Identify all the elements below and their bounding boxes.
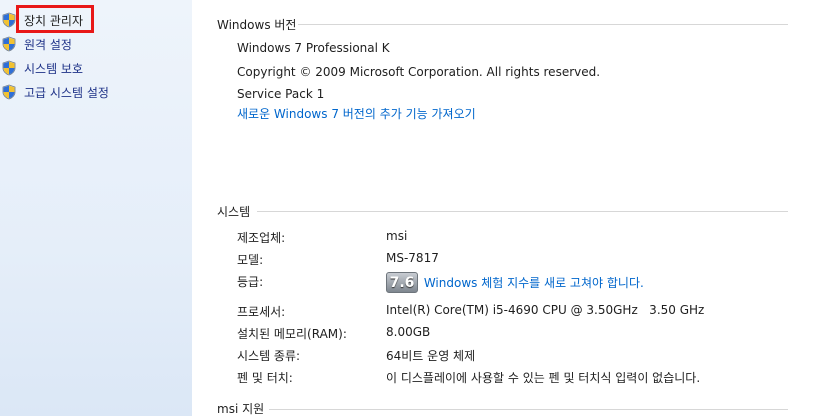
- service-pack-text: Service Pack 1: [237, 87, 325, 101]
- wei-refresh-link[interactable]: Windows 체험 지수를 새로 고쳐야 합니다.: [424, 276, 644, 290]
- rating-value: 7.6 Windows 체험 지수를 새로 고쳐야 합니다.: [386, 272, 644, 293]
- model-value: MS-7817: [386, 251, 439, 265]
- task-label-advanced-settings: 고급 시스템 설정: [24, 85, 109, 100]
- system-type-value: 64비트 운영 체제: [386, 349, 476, 363]
- system-header-label: 시스템: [217, 204, 251, 219]
- windows-edition-header: Windows 버전: [217, 16, 296, 32]
- task-remote-settings[interactable]: 원격 설정: [0, 34, 72, 54]
- uac-shield-icon: [1, 36, 17, 52]
- system-header: 시스템: [217, 203, 250, 219]
- ram-value: 8.00GB: [386, 325, 431, 339]
- task-label-system-protection: 시스템 보호: [24, 61, 84, 76]
- tasks-sidebar: 장치 관리자 원격 설정 시스템 보호 고급 시스템 설정: [0, 0, 192, 416]
- wei-score-badge[interactable]: 7.6: [386, 272, 418, 293]
- group-divider: [269, 409, 788, 410]
- uac-shield-icon: [1, 60, 17, 76]
- pen-touch-label: 펜 및 터치:: [237, 371, 293, 385]
- system-info-panel: Windows 버전 Windows 7 Professional K Copy…: [192, 0, 816, 416]
- group-divider: [257, 211, 788, 212]
- system-type-label: 시스템 종류:: [237, 349, 301, 363]
- group-divider: [298, 24, 788, 25]
- rating-label: 등급:: [237, 275, 264, 289]
- pen-touch-value: 이 디스플레이에 사용할 수 있는 펜 및 터치식 입력이 없습니다.: [386, 371, 701, 385]
- windows-edition-header-label: Windows 버전: [217, 17, 297, 32]
- task-label-device-manager: 장치 관리자: [24, 13, 84, 28]
- task-label-remote-settings: 원격 설정: [24, 37, 72, 52]
- manufacturer-value: msi: [386, 229, 408, 243]
- windows-edition-name: Windows 7 Professional K: [237, 41, 390, 55]
- manufacturer-label: 제조업체:: [237, 231, 286, 245]
- processor-label: 프로세서:: [237, 305, 286, 319]
- task-device-manager[interactable]: 장치 관리자: [0, 10, 83, 30]
- support-header: msi 지원: [217, 400, 264, 416]
- uac-shield-icon: [1, 84, 17, 100]
- support-header-label: msi 지원: [217, 401, 265, 416]
- task-system-protection[interactable]: 시스템 보호: [0, 58, 83, 78]
- task-advanced-settings[interactable]: 고급 시스템 설정: [0, 82, 109, 102]
- copyright-text: Copyright © 2009 Microsoft Corporation. …: [237, 65, 601, 79]
- ram-label: 설치된 메모리(RAM):: [237, 327, 347, 341]
- uac-shield-icon: [1, 12, 17, 28]
- model-label: 모델:: [237, 253, 264, 267]
- processor-value: Intel(R) Core(TM) i5-4690 CPU @ 3.50GHz …: [386, 303, 705, 317]
- windows-upgrade-link[interactable]: 새로운 Windows 7 버전의 추가 기능 가져오기: [237, 105, 476, 122]
